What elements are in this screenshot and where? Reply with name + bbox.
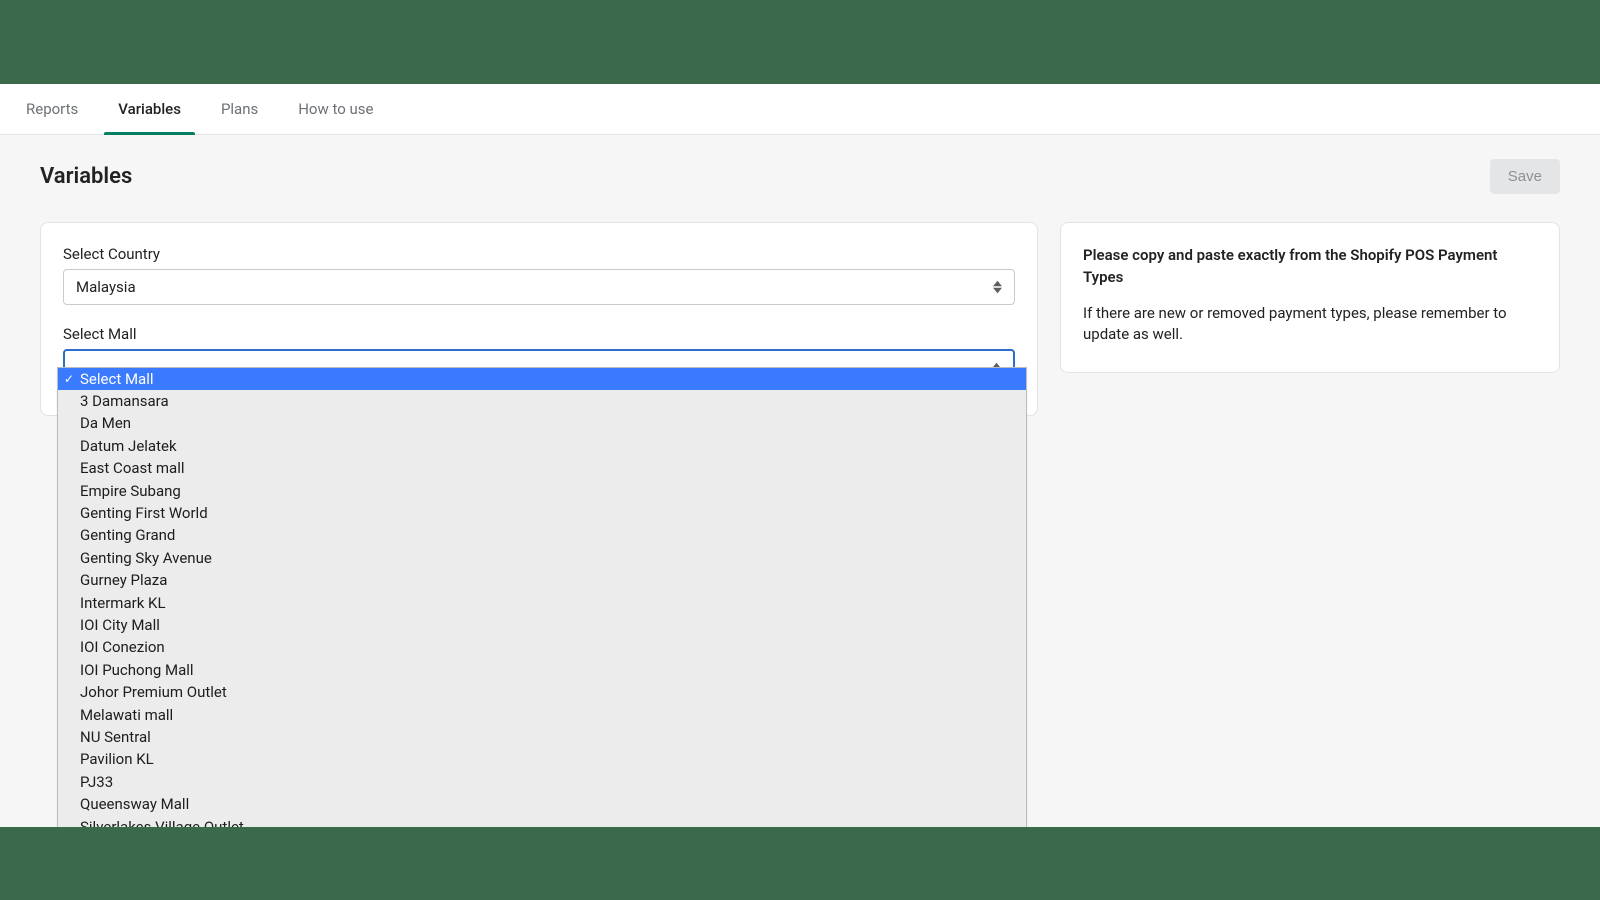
mall-option[interactable]: Empire Subang (58, 480, 1026, 502)
mall-option[interactable]: IOI Conezion (58, 637, 1026, 659)
info-heading: Please copy and paste exactly from the S… (1083, 245, 1537, 289)
mall-option[interactable]: NU Sentral (58, 726, 1026, 748)
country-select[interactable]: Malaysia (63, 269, 1015, 305)
mall-option[interactable]: Johor Premium Outlet (58, 681, 1026, 703)
mall-option[interactable]: Queensway Mall (58, 793, 1026, 815)
mall-option[interactable]: Genting Grand (58, 525, 1026, 547)
mall-option[interactable]: Intermark KL (58, 592, 1026, 614)
variables-form-card: Select Country Malaysia Select Mall (40, 222, 1038, 416)
mall-dropdown-list[interactable]: Select Mall 3 Damansara Da Men Datum Jel… (57, 367, 1027, 832)
mall-option[interactable]: East Coast mall (58, 458, 1026, 480)
tab-howto[interactable]: How to use (298, 84, 373, 134)
mall-option[interactable]: Datum Jelatek (58, 435, 1026, 457)
save-button[interactable]: Save (1490, 159, 1560, 194)
mall-option[interactable]: Da Men (58, 413, 1026, 435)
top-letterbox (0, 0, 1600, 84)
info-body: If there are new or removed payment type… (1083, 303, 1537, 347)
country-label: Select Country (63, 245, 1015, 263)
info-card: Please copy and paste exactly from the S… (1060, 222, 1560, 373)
mall-label: Select Mall (63, 325, 1015, 343)
mall-option[interactable]: 3 Damansara (58, 390, 1026, 412)
mall-option[interactable]: Genting First World (58, 502, 1026, 524)
mall-option[interactable]: IOI City Mall (58, 614, 1026, 636)
mall-option[interactable]: IOI Puchong Mall (58, 659, 1026, 681)
tab-bar: Reports Variables Plans How to use (0, 84, 1600, 135)
tab-plans[interactable]: Plans (221, 84, 258, 134)
page-title: Variables (40, 164, 132, 189)
mall-option[interactable]: Pavilion KL (58, 749, 1026, 771)
bottom-letterbox (0, 827, 1600, 900)
select-chevrons-icon (993, 281, 1002, 294)
mall-option[interactable]: Genting Sky Avenue (58, 547, 1026, 569)
mall-option[interactable]: PJ33 (58, 771, 1026, 793)
mall-option[interactable]: Melawati mall (58, 704, 1026, 726)
mall-option[interactable]: Gurney Plaza (58, 570, 1026, 592)
mall-option[interactable]: Select Mall (58, 368, 1026, 390)
tab-reports[interactable]: Reports (26, 84, 78, 134)
country-select-value: Malaysia (76, 278, 136, 296)
tab-variables[interactable]: Variables (118, 84, 181, 134)
